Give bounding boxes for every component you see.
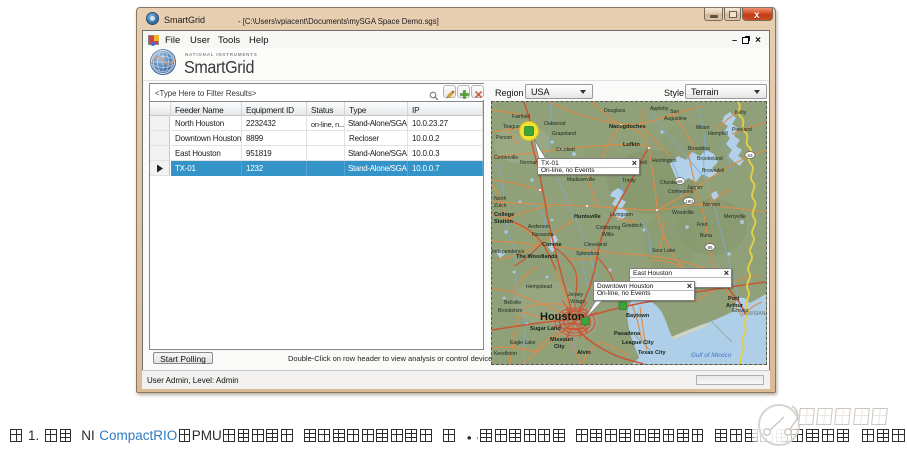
svg-text:Trinity: Trinity	[622, 178, 636, 184]
svg-text:Brookshire: Brookshire	[498, 308, 523, 314]
svg-text:Lufkin: Lufkin	[623, 142, 640, 148]
svg-text:Brookeland: Brookeland	[697, 156, 723, 162]
svg-text:Person: Person	[496, 135, 512, 141]
svg-text:Sugar Land: Sugar Land	[530, 326, 561, 332]
svg-text:Eagle Lake: Eagle Lake	[510, 340, 536, 346]
svg-text:Merryville: Merryville	[724, 214, 746, 220]
svg-text:Douglass: Douglass	[604, 108, 626, 114]
svg-text:Hemphill: Hemphill	[708, 131, 728, 137]
svg-text:Grapeland: Grapeland	[552, 131, 576, 137]
svg-text:Chester: Chester	[660, 180, 678, 186]
svg-text:Broaddus: Broaddus	[688, 146, 710, 152]
svg-text:Alvin: Alvin	[577, 350, 591, 356]
svg-text:Pasadena: Pasadena	[614, 331, 641, 337]
svg-text:Jersey: Jersey	[568, 292, 583, 298]
svg-text:Port: Port	[728, 296, 739, 302]
svg-text:69: 69	[677, 179, 683, 184]
svg-text:Cleveland: Cleveland	[584, 242, 607, 248]
svg-text:Fairfield: Fairfield	[512, 114, 530, 120]
svg-text:Nacogdoches: Nacogdoches	[609, 124, 646, 130]
svg-text:Goodrich: Goodrich	[622, 223, 643, 229]
svg-text:North: North	[494, 196, 507, 202]
svg-text:Village: Village	[570, 299, 585, 305]
svg-text:League City: League City	[622, 340, 655, 346]
svg-text:San: San	[670, 109, 679, 115]
svg-text:Bellville: Bellville	[504, 300, 521, 306]
svg-text:Missouri: Missouri	[550, 337, 573, 343]
svg-text:Texas City: Texas City	[638, 350, 666, 356]
svg-text:Houston: Houston	[540, 311, 585, 323]
svg-text:Anderson: Anderson	[528, 224, 550, 230]
svg-text:Newton: Newton	[703, 202, 720, 208]
svg-text:Oakwood: Oakwood	[544, 121, 566, 127]
svg-text:City: City	[554, 344, 565, 350]
svg-text:Teague: Teague	[503, 124, 520, 130]
svg-text:Woodville: Woodville	[672, 210, 694, 216]
svg-text:The Woodlands: The Woodlands	[516, 254, 558, 260]
svg-text:Huntington: Huntington	[652, 158, 677, 164]
svg-text:College: College	[494, 212, 514, 218]
svg-text:Arthur: Arthur	[726, 303, 744, 309]
svg-text:190: 190	[685, 199, 693, 204]
svg-text:Livingston: Livingston	[610, 212, 633, 218]
svg-text:Appleby: Appleby	[650, 106, 669, 112]
svg-text:Kelty: Kelty	[735, 110, 747, 116]
svg-text:LOUISIANA: LOUISIANA	[742, 311, 766, 317]
svg-text:Fred: Fred	[697, 222, 708, 228]
svg-text:Sour Lake: Sour Lake	[652, 248, 675, 254]
svg-text:Navasota: Navasota	[532, 232, 554, 238]
svg-text:Augustine: Augustine	[664, 116, 687, 122]
svg-text:Station: Station	[494, 219, 514, 225]
svg-text:Kendleton: Kendleton	[494, 351, 517, 357]
svg-text:Gulf of Mexico: Gulf of Mexico	[691, 352, 732, 359]
svg-text:Centerville: Centerville	[494, 155, 518, 161]
svg-text:Buna: Buna	[700, 233, 712, 239]
svg-text:Colmesneil: Colmesneil	[668, 189, 693, 195]
svg-text:Splendora: Splendora	[576, 251, 599, 257]
svg-text:Willis: Willis	[602, 232, 614, 238]
svg-text:63: 63	[747, 153, 753, 158]
svg-text:Pineland: Pineland	[732, 127, 752, 133]
svg-text:96: 96	[707, 245, 713, 250]
svg-text:Hempstead: Hempstead	[526, 284, 552, 290]
svg-text:Zulch: Zulch	[494, 203, 507, 209]
svg-text:Conroe: Conroe	[542, 242, 562, 248]
svg-text:Madisonville: Madisonville	[567, 177, 595, 183]
svg-text:Browndell: Browndell	[702, 168, 724, 174]
svg-text:Coldspring: Coldspring	[596, 225, 621, 231]
svg-text:Baytown: Baytown	[626, 313, 650, 319]
svg-text:Huntsville: Huntsville	[574, 214, 601, 220]
svg-text:Crockett: Crockett	[556, 147, 576, 153]
